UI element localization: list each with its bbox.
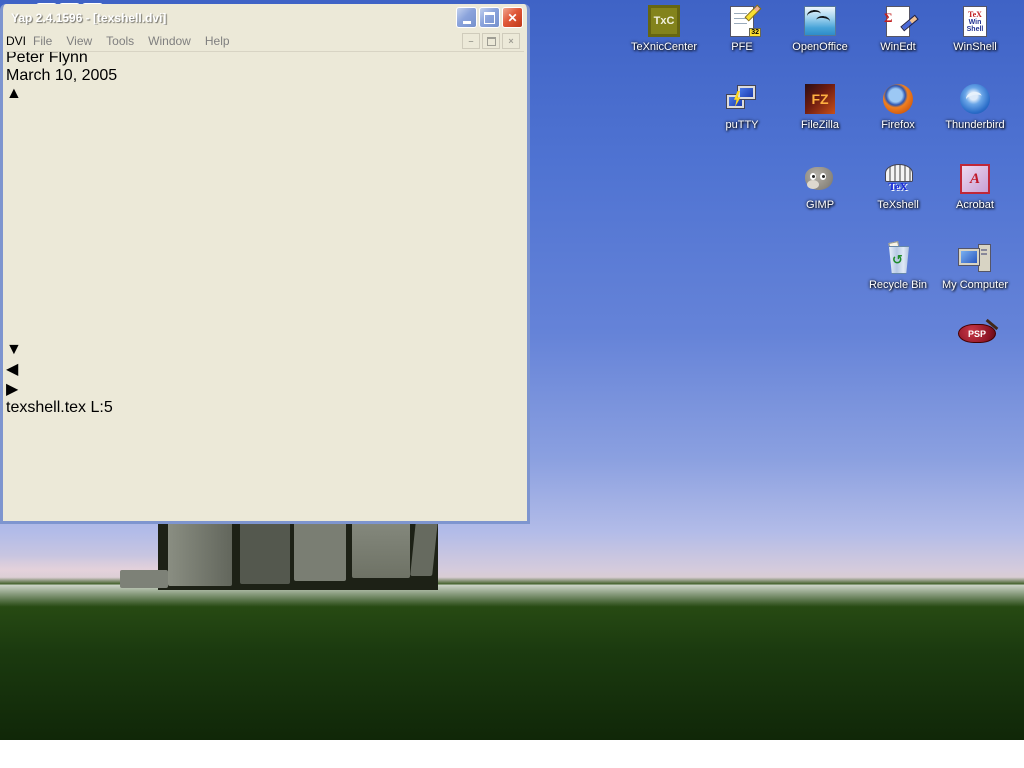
desktop-icon-gimp[interactable]: GIMP bbox=[781, 162, 859, 211]
icon-label: Acrobat bbox=[936, 199, 1014, 211]
desktop-icon-my-computer[interactable]: My Computer bbox=[936, 242, 1014, 291]
icon-label: OpenOffice bbox=[781, 41, 859, 53]
yap-menu-file[interactable]: File bbox=[26, 32, 59, 50]
minimize-button[interactable] bbox=[456, 7, 477, 28]
mdi-close-icon: × bbox=[502, 33, 520, 49]
desktop-icon-thunderbird[interactable]: Thunderbird bbox=[936, 82, 1014, 131]
icon-label: GIMP bbox=[781, 199, 859, 211]
dvi-document-icon[interactable]: DVI bbox=[6, 34, 26, 48]
status-file-segment: texshell.tex L:5 bbox=[6, 399, 142, 417]
yap-menubar: DVI FileViewToolsWindowHelp – × bbox=[6, 31, 524, 52]
winshell-icon: TeXWinShell bbox=[958, 4, 992, 38]
icon-label: Thunderbird bbox=[936, 119, 1014, 131]
desktop-icon-pfe[interactable]: 32 PFE bbox=[703, 4, 781, 53]
horizontal-scrollbar[interactable]: ◀ ▶ bbox=[6, 359, 524, 399]
desktop-icon-texniccenter[interactable]: TxC TeXnicCenter bbox=[625, 4, 703, 53]
scroll-down-arrow[interactable]: ▼ bbox=[6, 341, 524, 359]
desktop-icon-filezilla[interactable]: FZ FileZilla bbox=[781, 82, 859, 131]
desktop-icon-firefox[interactable]: Firefox bbox=[859, 82, 937, 131]
paint-shop-pro-icon: PSP bbox=[956, 322, 990, 342]
desktop: TxC TeXnicCenter 32 PFE OpenOffice Σ Win… bbox=[0, 0, 1024, 768]
yap-menu-view[interactable]: View bbox=[59, 32, 99, 50]
yap-window-title: Yap 2.4.1596 - [texshell.dvi] bbox=[11, 11, 456, 25]
yap-menu-window[interactable]: Window bbox=[141, 32, 198, 50]
vertical-scroll-thumb[interactable] bbox=[6, 103, 524, 341]
icon-label: WinEdt bbox=[859, 41, 937, 53]
filezilla-icon: FZ bbox=[803, 82, 837, 116]
icon-label: Recycle Bin bbox=[859, 279, 937, 291]
yap-mdi-buttons: – × bbox=[462, 33, 524, 49]
maximize-button[interactable] bbox=[479, 7, 500, 28]
yap-menu-items: FileViewToolsWindowHelp bbox=[26, 32, 237, 50]
openoffice-icon bbox=[803, 4, 837, 38]
vertical-scrollbar[interactable]: ▲ ▼ bbox=[6, 85, 524, 359]
desktop-icon-paint-shop-pro[interactable]: PSP bbox=[934, 322, 1012, 342]
pfe-icon: 32 bbox=[725, 4, 759, 38]
texniccenter-icon: TxC bbox=[647, 4, 681, 38]
dvi-doc-date: March 10, 2005 bbox=[6, 67, 524, 85]
firefox-icon bbox=[881, 82, 915, 116]
icon-label: FileZilla bbox=[781, 119, 859, 131]
texshell-icon: TeX bbox=[881, 162, 915, 196]
desktop-icon-acrobat[interactable]: A Acrobat bbox=[936, 162, 1014, 211]
gimp-icon bbox=[803, 162, 837, 196]
icon-label: TeXshell bbox=[859, 199, 937, 211]
yap-menu-help[interactable]: Help bbox=[198, 32, 237, 50]
icon-label: My Computer bbox=[936, 279, 1014, 291]
scroll-up-arrow[interactable]: ▲ bbox=[6, 85, 524, 103]
close-button[interactable]: ✕ bbox=[502, 7, 523, 28]
yap-window-body: DVI FileViewToolsWindowHelp – × TEXshell… bbox=[6, 31, 524, 518]
icon-label: WinShell bbox=[936, 41, 1014, 53]
desktop-icon-winedt[interactable]: Σ WinEdt bbox=[859, 4, 937, 53]
thunderbird-icon bbox=[958, 82, 992, 116]
yap-window: Yap 2.4.1596 - [texshell.dvi] ✕ DVI File… bbox=[0, 4, 530, 524]
yap-menu-tools[interactable]: Tools bbox=[99, 32, 141, 50]
icon-label: Firefox bbox=[859, 119, 937, 131]
mdi-restore-icon bbox=[482, 33, 500, 49]
yap-statusbar: texshell.tex L:5 bbox=[6, 399, 524, 417]
recycle-bin-icon: ↺ bbox=[881, 242, 915, 276]
desktop-icon-texshell[interactable]: TeX TeXshell bbox=[859, 162, 937, 211]
dvi-page-view: TEXshell Peter Flynn March 10, 2005 ▲ ▼ bbox=[6, 31, 524, 359]
desktop-icon-recycle-bin[interactable]: ↺ Recycle Bin bbox=[859, 242, 937, 291]
my-computer-icon bbox=[958, 242, 992, 276]
winedt-icon: Σ bbox=[881, 4, 915, 38]
icon-label: PFE bbox=[703, 41, 781, 53]
mdi-minimize-icon: – bbox=[462, 33, 480, 49]
icon-label: TeXnicCenter bbox=[625, 41, 703, 53]
putty-icon bbox=[725, 82, 759, 116]
stonehenge-stone bbox=[120, 570, 168, 588]
acrobat-icon: A bbox=[958, 162, 992, 196]
scroll-right-arrow[interactable]: ▶ bbox=[6, 379, 524, 399]
desktop-icon-winshell[interactable]: TeXWinShell WinShell bbox=[936, 4, 1014, 53]
desktop-icon-openoffice[interactable]: OpenOffice bbox=[781, 4, 859, 53]
desktop-icon-putty[interactable]: puTTY bbox=[703, 82, 781, 131]
icon-label: puTTY bbox=[703, 119, 781, 131]
scroll-left-arrow[interactable]: ◀ bbox=[6, 359, 524, 379]
yap-titlebar[interactable]: Yap 2.4.1596 - [texshell.dvi] ✕ bbox=[3, 4, 527, 31]
